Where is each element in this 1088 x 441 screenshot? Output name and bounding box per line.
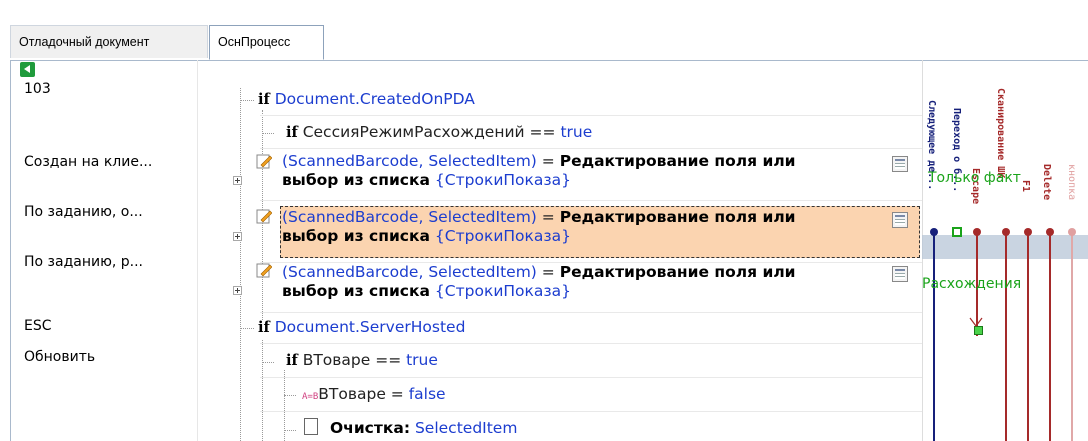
expand-icon[interactable]	[233, 232, 242, 241]
form-icon	[892, 212, 908, 228]
assignment-value: false	[408, 385, 446, 403]
if-keyword: if	[286, 352, 298, 369]
tab-main-process[interactable]: ОснПроцесс	[209, 25, 324, 60]
document-object: Document	[274, 318, 355, 336]
left-label-created[interactable]: Создан на клие...	[24, 154, 152, 170]
tree-connector	[240, 100, 254, 101]
action-arg: {СтрокиПоказа}	[434, 171, 571, 189]
action-row-edit-field-3[interactable]: (ScannedBarcode, SelectedItem) = Редакти…	[282, 263, 796, 301]
arrow-head-icon	[969, 317, 983, 327]
expand-icon[interactable]	[233, 176, 242, 185]
tree-connector	[240, 328, 254, 329]
tree-row-assign-in-goods[interactable]: A=BВТоваре = false	[302, 385, 446, 403]
action-params: (ScannedBarcode, SelectedItem)	[282, 152, 537, 170]
tree-row-if-session-mode[interactable]: if СессияРежимРасхождений == true	[286, 123, 592, 141]
transition-dot	[973, 228, 981, 236]
tree-connector	[284, 395, 296, 396]
clear-value: SelectedItem	[414, 419, 518, 437]
tree-row-clear-selected[interactable]: Очистка: SelectedItem	[330, 419, 517, 437]
transition-line-f1	[1027, 232, 1029, 441]
row-separator	[260, 200, 922, 201]
tree-connector	[284, 430, 296, 431]
left-pane	[10, 60, 198, 441]
transition-label-f1: F1	[1020, 180, 1031, 193]
left-label-by-task-1[interactable]: По заданию, о...	[24, 204, 143, 220]
tree-row-if-created-on-pda[interactable]: if Document.CreatedOnPDA	[258, 90, 475, 108]
label-only-fact: Только факт	[928, 170, 1021, 186]
transition-line-delete	[1049, 232, 1051, 441]
tree-row-if-server-hosted[interactable]: if Document.ServerHosted	[258, 318, 465, 336]
document-object: Document	[274, 90, 355, 108]
property-name: .ServerHosted	[355, 318, 466, 336]
action-eq: =	[536, 208, 560, 226]
expand-icon[interactable]	[233, 286, 242, 295]
back-arrow-icon[interactable]	[20, 62, 35, 77]
assignment-icon: A=B	[302, 392, 319, 402]
transition-label-button: кнопка	[1066, 164, 1077, 201]
action-title-line2: выбор из списка	[282, 171, 430, 189]
tab-debug-document[interactable]: Отладочный документ	[10, 25, 208, 58]
condition-text: ВТоваре ==	[302, 351, 407, 369]
row-separator	[260, 115, 922, 116]
action-eq: =	[536, 263, 560, 281]
tree-connector	[262, 133, 274, 134]
action-params: (ScannedBarcode, SelectedItem)	[282, 263, 537, 281]
transition-label-scan: Сканирование ШК	[995, 88, 1006, 179]
row-separator	[260, 411, 922, 412]
pencil-icon	[256, 208, 273, 224]
transition-line-button	[1071, 232, 1073, 441]
left-label-esc[interactable]: ESC	[24, 318, 52, 334]
form-icon	[892, 266, 908, 282]
row-separator	[260, 148, 922, 149]
condition-text: СессияРежимРасхождений ==	[302, 123, 561, 141]
assignment-text: ВТоваре =	[318, 385, 409, 403]
condition-value: true	[560, 123, 593, 141]
transition-square-green	[952, 227, 962, 237]
transition-dot	[1068, 228, 1076, 236]
transition-label-delete: Delete	[1041, 164, 1052, 201]
if-keyword: if	[286, 124, 298, 141]
pencil-icon	[256, 153, 273, 169]
row-separator	[260, 312, 922, 313]
left-label-103[interactable]: 103	[24, 81, 51, 97]
action-title-line1: Редактирование поля или	[559, 263, 796, 281]
action-eq: =	[536, 152, 560, 170]
left-label-by-task-2[interactable]: По заданию, р...	[24, 254, 143, 270]
if-keyword: if	[258, 319, 270, 336]
pencil-icon	[256, 262, 273, 278]
form-icon	[892, 156, 908, 172]
left-label-refresh[interactable]: Обновить	[24, 349, 95, 365]
document-icon	[304, 418, 318, 435]
action-title-line2: выбор из списка	[282, 282, 430, 300]
row-separator	[260, 343, 922, 344]
transition-line-scan	[1005, 232, 1007, 441]
action-title-line1: Редактирование поля или	[559, 152, 796, 170]
tree-connector	[262, 362, 274, 363]
transition-line-next	[933, 232, 935, 441]
tab-bar: Отладочный документ ОснПроцесс	[10, 25, 1088, 61]
label-discrepancy: Расхождения	[922, 276, 1022, 292]
tree-connector	[262, 340, 263, 441]
pane-divider	[197, 60, 198, 441]
action-params: (ScannedBarcode, SelectedItem)	[282, 208, 537, 226]
action-title-line2: выбор из списка	[282, 227, 430, 245]
tree-connector	[240, 88, 241, 441]
if-keyword: if	[258, 91, 270, 108]
action-row-edit-field-2[interactable]: (ScannedBarcode, SelectedItem) = Редакти…	[282, 208, 796, 246]
transition-dot	[1002, 228, 1010, 236]
tree-row-if-in-goods[interactable]: if ВТоваре == true	[286, 351, 438, 369]
action-arg: {СтрокиПоказа}	[434, 282, 571, 300]
condition-value: true	[406, 351, 438, 369]
row-separator	[260, 377, 922, 378]
action-arg: {СтрокиПоказа}	[434, 227, 571, 245]
clear-label: Очистка:	[330, 419, 411, 437]
property-name: .CreatedOnPDA	[355, 90, 475, 108]
transition-dot	[1046, 228, 1054, 236]
action-title-line1: Редактирование поля или	[559, 208, 796, 226]
transition-dot	[930, 228, 938, 236]
transition-dot	[1024, 228, 1032, 236]
action-row-edit-field-1[interactable]: (ScannedBarcode, SelectedItem) = Редакти…	[282, 152, 796, 190]
